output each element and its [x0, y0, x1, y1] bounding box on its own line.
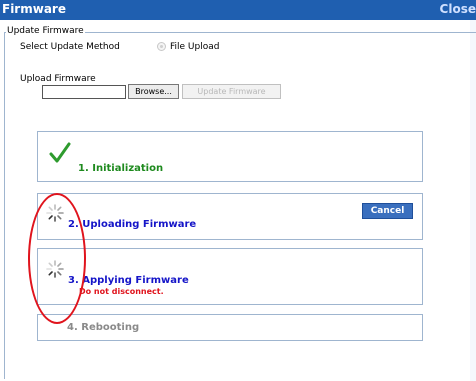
file-upload-radio[interactable] [157, 42, 166, 51]
step-2-label: 2. Uploading Firmware [68, 219, 197, 230]
file-upload-label: File Upload [170, 42, 220, 52]
step-rebooting: 4. Rebooting [37, 314, 423, 341]
update-firmware-button[interactable]: Update Firmware [182, 84, 281, 99]
update-firmware-legend: Update Firmware [6, 26, 85, 36]
step-initialization: 1. Initialization [37, 131, 423, 182]
step-4-label: 4. Rebooting [67, 322, 140, 333]
loading-spinner-icon [46, 260, 64, 278]
step-1-label: 1. Initialization [78, 163, 164, 174]
browse-button[interactable]: Browse... [128, 84, 179, 99]
loading-spinner-icon [46, 204, 64, 222]
step-3-label: 3. Applying Firmware [68, 275, 189, 286]
firmware-file-input[interactable] [42, 85, 126, 99]
checkmark-icon [49, 142, 71, 163]
window-title: Firmware [2, 2, 66, 16]
step-applying: 3. Applying Firmware Do not disconnect. [37, 248, 423, 305]
close-button[interactable]: Close [440, 2, 476, 16]
upload-firmware-label: Upload Firmware [20, 74, 96, 84]
do-not-disconnect-note: Do not disconnect. [79, 287, 164, 296]
cancel-button[interactable]: Cancel [362, 203, 413, 219]
title-bar: Firmware Close [0, 0, 476, 20]
select-method-label: Select Update Method [20, 42, 120, 52]
